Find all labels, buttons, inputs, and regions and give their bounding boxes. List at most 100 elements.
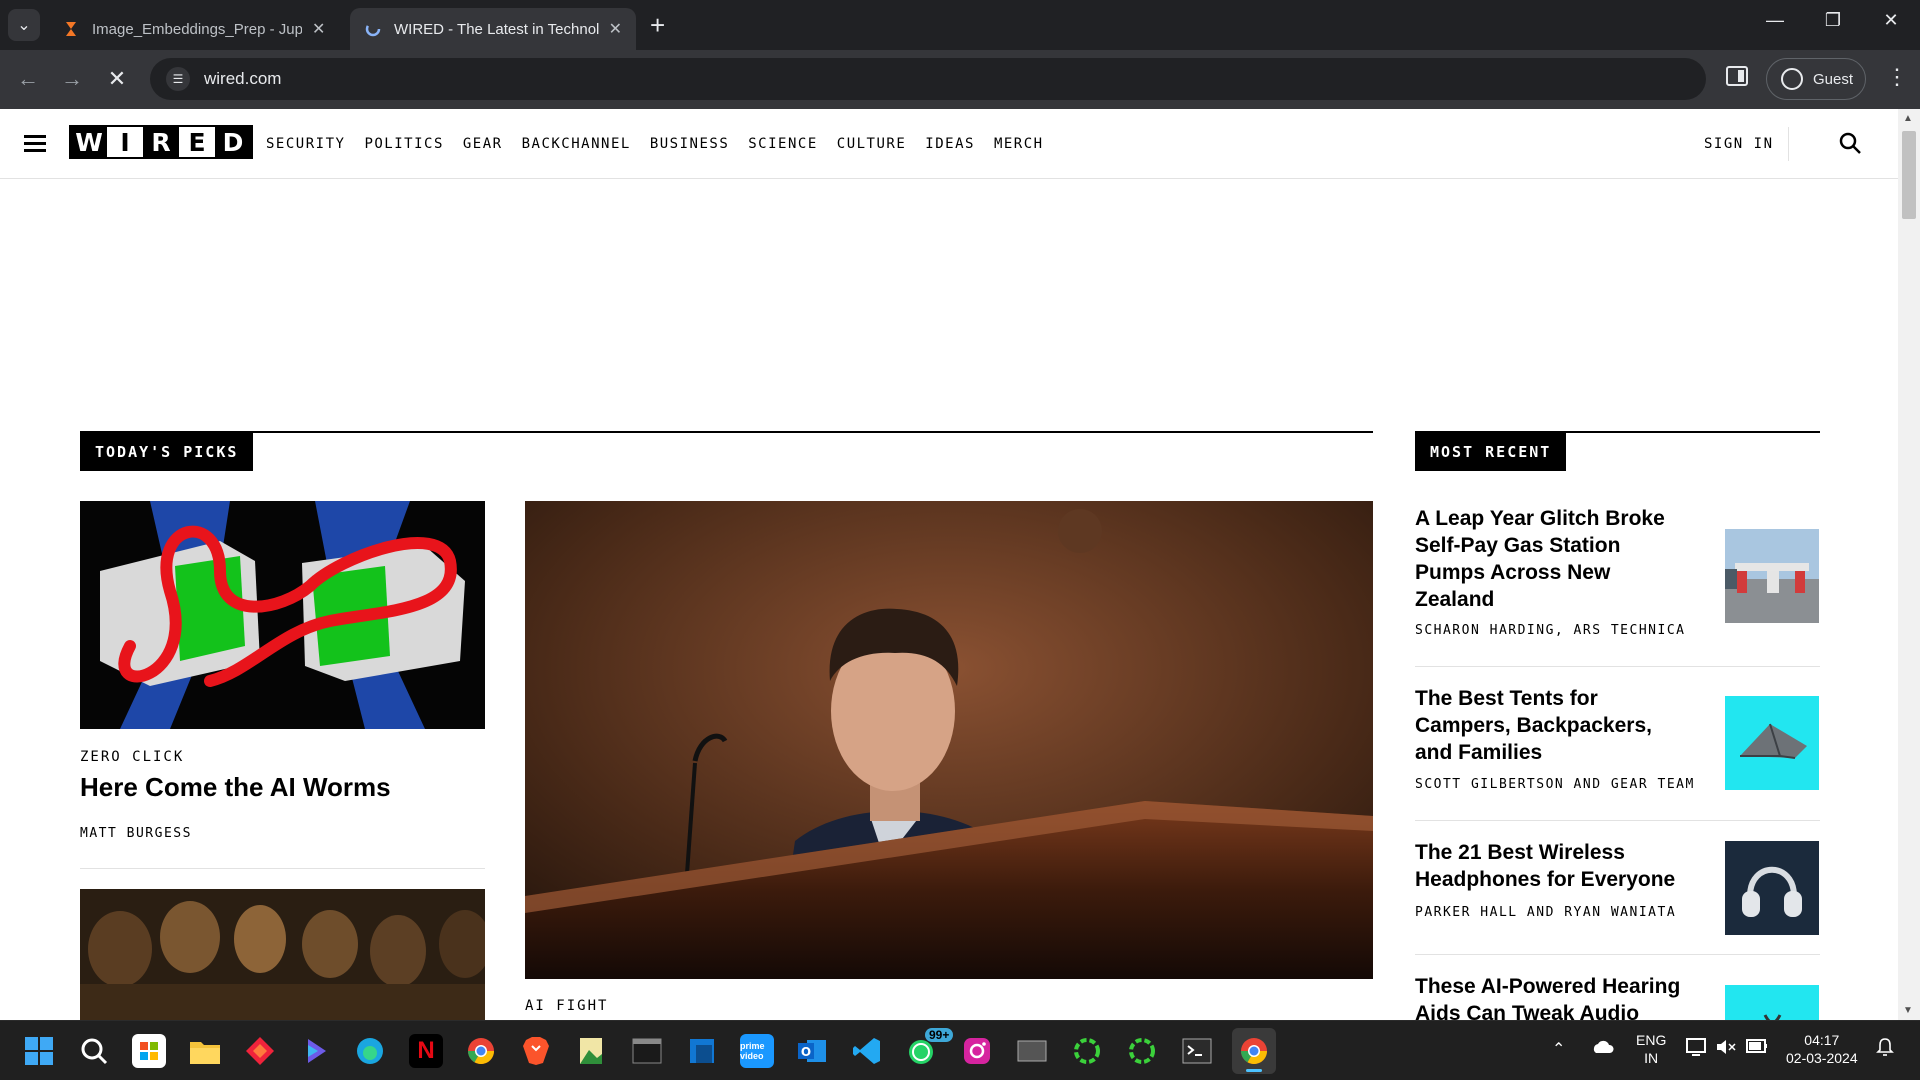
green-ring-icon[interactable]: [1070, 1034, 1104, 1068]
card-headline[interactable]: Here Come the AI Worms: [80, 772, 391, 803]
network-icon[interactable]: [1686, 1037, 1708, 1060]
terminal-icon[interactable]: [630, 1034, 664, 1068]
side-panel-icon[interactable]: [1726, 66, 1748, 86]
site-info-icon[interactable]: ☰: [166, 67, 190, 91]
recent-headline[interactable]: The 21 Best Wireless Headphones for Ever…: [1415, 839, 1695, 893]
forward-arrow-icon[interactable]: →: [57, 66, 87, 92]
outlook-icon[interactable]: O: [795, 1034, 829, 1068]
close-tab-icon[interactable]: ✕: [312, 19, 325, 39]
nav-backchannel[interactable]: BACKCHANNEL: [522, 136, 631, 152]
netflix-icon[interactable]: N: [409, 1034, 443, 1068]
headphones-photo: [1725, 841, 1819, 935]
nav-gear[interactable]: GEAR: [463, 136, 503, 152]
nav-business[interactable]: BUSINESS: [650, 136, 729, 152]
notification-bell-icon[interactable]: [1876, 1037, 1894, 1060]
gas-station-thumbnail[interactable]: [1725, 529, 1819, 623]
address-bar[interactable]: ☰ wired.com: [150, 58, 1706, 100]
recent-byline[interactable]: SCHARON HARDING, ARS TECHNICA: [1415, 623, 1685, 638]
show-hidden-icons-icon[interactable]: ⌃: [1552, 1039, 1565, 1059]
minimize-icon[interactable]: —: [1752, 10, 1798, 31]
sign-in-link[interactable]: SIGN IN: [1704, 136, 1774, 152]
tab-wired[interactable]: WIRED - The Latest in Technolo ✕: [350, 8, 636, 50]
scroll-down-icon[interactable]: ▼: [1903, 1005, 1913, 1016]
blue-app-icon[interactable]: [685, 1034, 719, 1068]
store-icon[interactable]: [132, 1034, 166, 1068]
nav-merch[interactable]: MERCH: [994, 136, 1044, 152]
battery-icon[interactable]: [1746, 1038, 1768, 1057]
chrome-icon[interactable]: [464, 1034, 498, 1068]
recent-byline[interactable]: SCOTT GILBERTSON AND GEAR TEAM: [1415, 777, 1695, 792]
close-window-icon[interactable]: ✕: [1868, 10, 1914, 31]
back-arrow-icon[interactable]: ←: [13, 66, 43, 92]
chrome-active-icon[interactable]: [1232, 1028, 1276, 1074]
most-recent-label: MOST RECENT: [1415, 433, 1567, 471]
clock[interactable]: 04:17 02-03-2024: [1786, 1031, 1858, 1067]
vscode-icon[interactable]: [850, 1034, 884, 1068]
brave-icon[interactable]: [519, 1034, 553, 1068]
nav-ideas[interactable]: IDEAS: [925, 136, 975, 152]
browser-toolbar: ← → ✕ ☰ wired.com Guest ⋮: [0, 50, 1920, 109]
whatsapp-icon[interactable]: 99+: [905, 1028, 954, 1068]
tab-jupyter[interactable]: Image_Embeddings_Prep - Jupy ✕: [48, 8, 344, 50]
edge-icon[interactable]: [353, 1034, 387, 1068]
copilot-icon[interactable]: [298, 1034, 332, 1068]
nav-culture[interactable]: CULTURE: [837, 136, 907, 152]
new-tab-button[interactable]: +: [650, 12, 665, 38]
card-byline[interactable]: MATT BURGESS: [80, 826, 192, 841]
logo-letter: E: [179, 127, 215, 157]
taskbar-search-icon[interactable]: [77, 1034, 111, 1068]
gray-app-icon[interactable]: [1015, 1034, 1049, 1068]
nav-politics[interactable]: POLITICS: [364, 136, 443, 152]
profile-avatar-icon: [1781, 68, 1803, 90]
hamburger-menu-icon[interactable]: [24, 135, 46, 153]
file-explorer-icon[interactable]: [188, 1034, 222, 1068]
logo-letter: R: [143, 127, 179, 157]
desert-film-image[interactable]: [80, 889, 485, 1020]
profile-button[interactable]: Guest: [1766, 58, 1866, 100]
scroll-up-icon[interactable]: ▲: [1903, 113, 1913, 124]
card-rubric[interactable]: ZERO CLICK: [80, 749, 184, 765]
tent-thumbnail[interactable]: [1725, 696, 1819, 790]
photos-icon[interactable]: [574, 1034, 608, 1068]
logo-letter: I: [107, 127, 143, 157]
lead-story-image[interactable]: [525, 501, 1373, 979]
terminal-2-icon[interactable]: [1180, 1034, 1214, 1068]
nav-science[interactable]: SCIENCE: [748, 136, 818, 152]
ai-worms-image[interactable]: [80, 501, 485, 729]
language-text: ENG: [1636, 1032, 1667, 1048]
recent-byline[interactable]: PARKER HALL AND RYAN WANIATA: [1415, 905, 1676, 920]
lead-rubric[interactable]: AI FIGHT: [525, 998, 608, 1014]
instagram-icon[interactable]: [960, 1034, 994, 1068]
red-app-icon[interactable]: [243, 1034, 277, 1068]
senate-hearing-photo: [525, 501, 1373, 979]
green-ring-icon-2[interactable]: [1125, 1034, 1159, 1068]
recent-divider: [1415, 954, 1820, 955]
headphones-thumbnail[interactable]: [1725, 841, 1819, 935]
todays-picks-label: TODAY'S PICKS: [80, 433, 254, 471]
stop-loading-icon[interactable]: ✕: [102, 66, 132, 92]
tab-search-button[interactable]: ⌄: [8, 9, 40, 41]
card-divider: [80, 868, 485, 869]
profile-label: Guest: [1813, 70, 1854, 88]
nav-security[interactable]: SECURITY: [266, 136, 345, 152]
close-tab-icon[interactable]: ✕: [609, 19, 622, 39]
volume-muted-icon[interactable]: [1716, 1038, 1736, 1059]
hearing-aids-photo: [1725, 985, 1819, 1020]
restore-icon[interactable]: ❐: [1810, 10, 1856, 31]
scrollbar-thumb[interactable]: [1902, 131, 1916, 219]
prime-video-icon[interactable]: prime video: [740, 1034, 774, 1068]
page-scrollbar[interactable]: ▲ ▼: [1898, 109, 1920, 1020]
monitors-illustration: [80, 501, 485, 729]
language-indicator[interactable]: ENG IN: [1636, 1031, 1666, 1067]
onedrive-icon[interactable]: [1590, 1039, 1614, 1058]
recent-headline[interactable]: These AI-Powered Hearing Aids Can Tweak …: [1415, 973, 1695, 1020]
hearing-aids-thumbnail[interactable]: [1725, 985, 1819, 1020]
tent-photo: [1725, 696, 1819, 790]
url-text: wired.com: [204, 69, 282, 88]
wired-logo[interactable]: W I R E D: [69, 125, 253, 159]
windows-start-icon[interactable]: [22, 1034, 56, 1068]
recent-headline[interactable]: The Best Tents for Campers, Backpackers,…: [1415, 685, 1695, 766]
browser-menu-icon[interactable]: ⋮: [1886, 64, 1908, 90]
search-icon[interactable]: [1838, 131, 1862, 155]
recent-headline[interactable]: A Leap Year Glitch Broke Self-Pay Gas St…: [1415, 505, 1695, 613]
